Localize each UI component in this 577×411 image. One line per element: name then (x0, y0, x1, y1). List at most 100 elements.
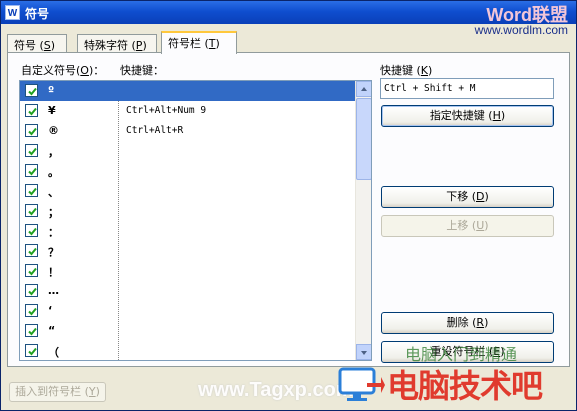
row-symbol: ； (48, 206, 59, 219)
row-checkbox[interactable] (25, 284, 38, 297)
row-checkbox[interactable] (25, 264, 38, 277)
shortcut-field-label-key: K (420, 64, 429, 77)
row-symbol: ， (48, 146, 59, 159)
row-checkbox[interactable] (25, 164, 38, 177)
row-checkbox[interactable] (25, 104, 38, 117)
checkmark-icon (28, 307, 37, 316)
checkmark-icon (28, 167, 37, 176)
scroll-up-button[interactable] (356, 81, 371, 97)
list-row[interactable]: ； (20, 201, 356, 221)
tab-symbol[interactable]: 符号 (S) (7, 34, 67, 53)
custom-symbol-header: 自定义符号(O)： (21, 64, 105, 77)
shortcut-column-header: 快捷键： (120, 64, 164, 77)
list-row[interactable]: ¥ Ctrl+Alt+Num 9 (20, 101, 356, 121)
delete-button[interactable]: 删除 (R) (381, 312, 554, 334)
app-icon: W (5, 5, 20, 20)
list-scrollbar[interactable] (355, 81, 371, 360)
checkmark-icon (28, 207, 37, 216)
scroll-down-button[interactable] (356, 344, 371, 360)
list-row[interactable]: ？ (20, 241, 356, 261)
insert-to-symbol-bar-label: 插入到符号栏 (15, 385, 82, 398)
row-shortcut: Ctrl+Alt+R (126, 125, 184, 136)
checkmark-icon (28, 287, 37, 296)
watermark-site: www.Tagxp.com (198, 379, 354, 401)
watermark-big: 电脑技术吧 (387, 367, 543, 405)
row-symbol: ‘ (48, 304, 53, 317)
row-checkbox[interactable] (25, 84, 38, 97)
tab-symbol-bar-key-wrap: (T) (204, 37, 220, 50)
row-symbol: 。 (48, 166, 59, 179)
tab-special-chars-label: 特殊字符 (84, 39, 128, 52)
tab-special-chars-key-wrap: (P) (131, 39, 147, 52)
row-symbol: ！ (48, 266, 59, 279)
checkmark-icon (28, 347, 37, 356)
row-checkbox[interactable] (25, 144, 38, 157)
checkmark-icon (28, 327, 37, 336)
insert-to-symbol-bar-button[interactable]: 插入到符号栏 (Y) (9, 382, 106, 402)
symbol-dialog: W 符号 Word联盟 www.wordlm.com 符号 (S) 特殊字符 (… (0, 0, 577, 411)
move-down-key: D (476, 190, 485, 203)
row-checkbox[interactable] (25, 304, 38, 317)
symbol-list[interactable]: º ¥ Ctrl+Alt+Num 9 ® Ctrl+Alt+R ， 。、 ； ： ？ ！ … ‘ “ （ (19, 80, 372, 361)
list-row[interactable]: º (20, 81, 356, 101)
move-up-label: 上移 (446, 219, 469, 232)
row-symbol: 、 (48, 186, 59, 199)
move-up-button[interactable]: 上移 (U) (381, 215, 554, 237)
move-down-label: 下移 (446, 190, 469, 203)
row-shortcut: Ctrl+Alt+Num 9 (126, 105, 207, 116)
list-row[interactable]: “ (20, 321, 356, 341)
list-row[interactable]: （ (20, 341, 356, 360)
tab-special-chars[interactable]: 特殊字符 (P) (77, 34, 157, 53)
tab-symbol-key: S (43, 39, 51, 52)
row-symbol: º (48, 84, 55, 97)
row-symbol: ® (48, 124, 59, 137)
watermark-logo-icon (338, 367, 385, 401)
custom-symbol-header-text: 自定义符号 (21, 64, 76, 77)
window-title: 符号 (25, 7, 50, 21)
list-row[interactable]: ！ (20, 261, 356, 281)
row-checkbox[interactable] (25, 324, 38, 337)
list-row[interactable]: … (20, 281, 356, 301)
arrow-down-icon (361, 351, 367, 355)
checkmark-icon (28, 267, 37, 276)
tab-symbol-bar-key: T (208, 37, 216, 50)
insert-to-symbol-bar-key: Y (88, 385, 96, 398)
list-row[interactable]: ‘ (20, 301, 356, 321)
row-checkbox[interactable] (25, 224, 38, 237)
checkmark-icon (28, 227, 37, 236)
arrow-up-icon (361, 87, 367, 91)
row-checkbox[interactable] (25, 344, 38, 357)
tab-symbol-label: 符号 (14, 39, 36, 52)
list-row[interactable]: ： (20, 221, 356, 241)
move-down-button[interactable]: 下移 (D) (381, 186, 554, 208)
list-row[interactable]: 。 (20, 161, 356, 181)
list-row[interactable]: 、 (20, 181, 356, 201)
list-row[interactable]: ® Ctrl+Alt+R (20, 121, 356, 141)
list-row[interactable]: ， (20, 141, 356, 161)
delete-label: 删除 (446, 316, 469, 329)
custom-symbol-header-key: O (80, 64, 89, 77)
move-up-key: U (476, 219, 485, 232)
row-symbol: … (48, 284, 59, 297)
checkmark-icon (28, 247, 37, 256)
row-symbol: （ (48, 346, 59, 359)
assign-shortcut-button[interactable]: 指定快捷键 (H) (381, 105, 554, 127)
row-checkbox[interactable] (25, 244, 38, 257)
row-symbol: ： (48, 226, 59, 239)
scroll-thumb[interactable] (356, 98, 371, 180)
checkmark-icon (28, 147, 37, 156)
checkmark-icon (28, 87, 37, 96)
assign-shortcut-label: 指定快捷键 (429, 109, 485, 122)
row-checkbox[interactable] (25, 204, 38, 217)
watermark-url: www.wordlm.com (474, 23, 568, 37)
checkmark-icon (28, 187, 37, 196)
row-checkbox[interactable] (25, 124, 38, 137)
checkmark-icon (28, 127, 37, 136)
row-symbol: “ (48, 324, 56, 337)
tab-special-chars-key: P (135, 39, 143, 52)
checkmark-icon (28, 107, 37, 116)
shortcut-input[interactable]: Ctrl + Shift + M (380, 78, 554, 99)
row-checkbox[interactable] (25, 184, 38, 197)
tab-symbol-bar[interactable]: 符号栏 (T) (161, 31, 237, 54)
delete-key: R (476, 316, 485, 329)
